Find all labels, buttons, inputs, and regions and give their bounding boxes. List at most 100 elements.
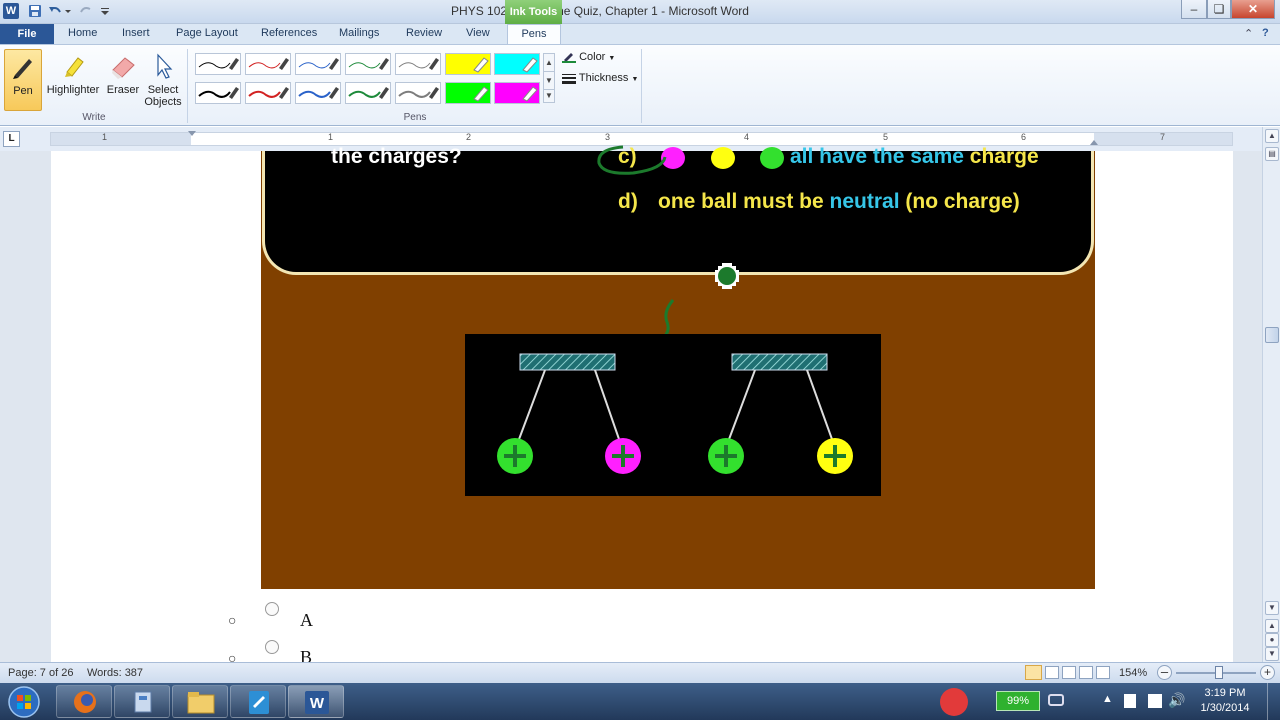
option-a-radio[interactable] <box>265 602 279 616</box>
option-c-same: same <box>910 145 964 168</box>
pen-color-button[interactable]: Color ▼ <box>562 51 615 64</box>
scroll-down-icon[interactable]: ▼ <box>1265 601 1279 615</box>
volume-icon[interactable]: 🔊 <box>1168 692 1185 709</box>
scroll-thumb[interactable] <box>1265 327 1279 343</box>
vertical-scrollbar[interactable]: ▲ ▤ ▼ ▲ ● ▼ <box>1262 127 1280 662</box>
taskbar-word[interactable]: W <box>288 685 344 718</box>
taskbar-notes[interactable] <box>230 685 286 718</box>
zoom-slider-thumb[interactable] <box>1215 666 1223 679</box>
print-layout-view-icon[interactable] <box>1025 665 1042 680</box>
gallery-scroll-down-icon[interactable]: ▼ <box>543 71 555 91</box>
ruler-number: 5 <box>883 132 889 142</box>
tab-review[interactable]: Review <box>406 27 442 39</box>
next-page-icon[interactable]: ▼ <box>1265 647 1279 661</box>
taskbar-app[interactable] <box>114 685 170 718</box>
tab-home[interactable]: Home <box>68 27 97 39</box>
select-browse-object-icon[interactable]: ● <box>1265 633 1279 647</box>
zoom-out-icon[interactable]: – <box>1157 665 1172 680</box>
ink-tools-context-tab: Ink Tools <box>505 0 562 24</box>
previous-page-icon[interactable]: ▲ <box>1265 619 1279 633</box>
close-button[interactable]: ✕ <box>1231 0 1275 19</box>
charged-balls-drawing <box>497 353 853 474</box>
ruler-number: 4 <box>744 132 750 142</box>
firefox-icon <box>74 691 96 713</box>
option-d-part2: (no charge) <box>905 190 1020 213</box>
option-d-part1: one ball must be <box>658 190 830 213</box>
tab-mailings[interactable]: Mailings <box>339 27 379 39</box>
minimize-button[interactable]: – <box>1181 0 1207 19</box>
support-bar-right <box>731 353 828 371</box>
gallery-more-icon[interactable]: ▼ <box>543 89 555 103</box>
taskbar-explorer[interactable] <box>172 685 228 718</box>
tab-references[interactable]: References <box>261 27 317 39</box>
ruler-number: 7 <box>1160 132 1166 142</box>
ruler-number: 1 <box>328 132 334 142</box>
plus-sign-vertical <box>724 445 728 467</box>
pen-style-swatch[interactable] <box>295 53 341 75</box>
gallery-scroll-up-icon[interactable]: ▲ <box>543 53 555 73</box>
title-bar: W PHYS 102-S14 Online Quiz, Chapter 1 - … <box>0 0 1280 24</box>
pen-style-swatch[interactable] <box>295 82 341 104</box>
start-button[interactable] <box>5 685 43 718</box>
option-c-part1: all have the <box>790 145 911 168</box>
tab-file[interactable]: File <box>0 24 54 44</box>
ribbon-minimize-icon[interactable]: ⌃ <box>1244 27 1253 40</box>
tab-stop-selector[interactable]: L <box>3 131 20 147</box>
word-count[interactable]: Words: 387 <box>87 667 143 679</box>
pen-style-swatch[interactable] <box>395 53 441 75</box>
tray-app-icon[interactable] <box>940 688 968 716</box>
status-bar: Page: 7 of 26 Words: 387 154% – + <box>0 662 1280 683</box>
ink-circle-annotation <box>597 145 667 175</box>
pen-button[interactable]: Pen <box>4 49 42 111</box>
yellow-ball-icon <box>711 147 735 169</box>
eraser-button[interactable]: Eraser <box>104 49 142 96</box>
pen-style-swatch[interactable] <box>395 82 441 104</box>
pen-style-swatch[interactable] <box>245 53 291 75</box>
draft-view-icon[interactable] <box>1096 666 1110 679</box>
highlighter-icon <box>59 52 87 80</box>
battery-indicator[interactable]: 99% <box>996 691 1040 711</box>
pen-style-swatch[interactable] <box>345 53 391 75</box>
network-icon[interactable] <box>1148 694 1162 708</box>
page-count[interactable]: Page: 7 of 26 <box>8 667 73 679</box>
indent-marker[interactable] <box>188 131 196 136</box>
window-title: PHYS 102-S14 Online Quiz, Chapter 1 - Mi… <box>451 4 749 18</box>
scroll-up-icon[interactable]: ▲ <box>1265 129 1279 143</box>
outline-view-icon[interactable] <box>1079 666 1093 679</box>
show-hidden-icons-icon[interactable]: ▲ <box>1102 693 1113 705</box>
pen-thickness-button[interactable]: Thickness ▼ <box>562 72 638 85</box>
pen-style-swatch[interactable] <box>445 53 491 75</box>
pen-style-swatch[interactable] <box>195 53 241 75</box>
zoom-in-icon[interactable]: + <box>1260 665 1275 680</box>
tab-pens[interactable]: Pens <box>507 24 561 45</box>
slide-question-panel: the charges? c) all have the same charge… <box>262 145 1094 275</box>
tab-view[interactable]: View <box>466 27 490 39</box>
taskbar-firefox[interactable] <box>56 685 112 718</box>
clock-date[interactable]: 1/30/2014 <box>1190 702 1260 714</box>
right-indent-marker[interactable] <box>1090 140 1098 145</box>
pen-style-swatch[interactable] <box>345 82 391 104</box>
show-desktop-button[interactable] <box>1267 683 1280 720</box>
zoom-level[interactable]: 154% <box>1119 667 1147 679</box>
clock-time[interactable]: 3:19 PM <box>1190 687 1260 699</box>
power-plug-icon[interactable] <box>1048 694 1064 706</box>
web-layout-icon[interactable] <box>1062 666 1076 679</box>
pen-style-swatch[interactable] <box>494 82 540 104</box>
restore-button[interactable]: ❏ <box>1207 0 1231 19</box>
battery-percent: 99% <box>1006 695 1030 707</box>
tab-page-layout[interactable]: Page Layout <box>176 27 238 39</box>
action-center-icon[interactable] <box>1124 694 1136 708</box>
help-icon[interactable]: ? <box>1262 27 1269 39</box>
pen-style-swatch[interactable] <box>245 82 291 104</box>
option-b-radio[interactable] <box>265 640 279 654</box>
full-screen-reading-icon[interactable] <box>1045 666 1059 679</box>
pen-style-swatch[interactable] <box>494 53 540 75</box>
eraser-icon <box>109 52 137 80</box>
pen-style-swatch[interactable] <box>445 82 491 104</box>
pen-style-swatch[interactable] <box>195 82 241 104</box>
tab-insert[interactable]: Insert <box>122 27 150 39</box>
select-objects-button[interactable]: Select Objects <box>143 49 183 108</box>
thread <box>727 369 756 443</box>
highlighter-button[interactable]: Highlighter <box>44 49 102 96</box>
view-ruler-icon[interactable]: ▤ <box>1265 147 1279 161</box>
